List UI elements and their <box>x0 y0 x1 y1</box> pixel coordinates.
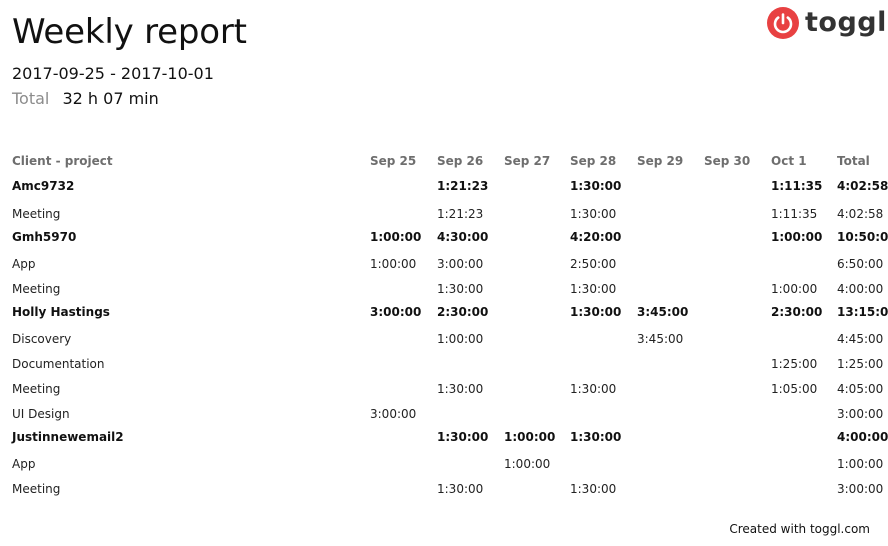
time-cell: 1:11:35 <box>771 179 823 193</box>
project-name: Meeting <box>12 482 61 496</box>
client-row: Justinnewemail2 1:30:00 1:00:00 1:30:00 … <box>0 427 888 447</box>
time-cell: 2:30:00 <box>437 305 489 319</box>
project-name: Discovery <box>12 332 72 346</box>
row-total: 10:50:00 <box>837 230 888 244</box>
total-label: Total <box>12 89 50 108</box>
header-client-project: Client - project <box>12 154 113 168</box>
client-name: Holly Hastings <box>12 305 110 319</box>
time-cell: 2:30:00 <box>771 305 823 319</box>
row-total: 13:15:00 <box>837 305 888 319</box>
time-cell: 1:21:23 <box>437 207 484 221</box>
client-row: Amc9732 1:21:23 1:30:00 1:11:35 4:02:58 <box>0 176 888 196</box>
time-cell: 1:30:00 <box>570 382 617 396</box>
project-name: Meeting <box>12 382 61 396</box>
time-cell: 1:21:23 <box>437 179 489 193</box>
row-total: 4:05:00 <box>837 382 884 396</box>
project-row: Meeting 1:30:00 1:30:00 1:05:00 4:05:00 <box>0 379 888 399</box>
row-total: 4:00:00 <box>837 282 884 296</box>
row-total: 4:02:58 <box>837 207 884 221</box>
header-day: Sep 25 <box>370 154 417 168</box>
row-total: 6:50:00 <box>837 257 884 271</box>
time-cell: 1:00:00 <box>771 282 818 296</box>
project-name: Meeting <box>12 207 61 221</box>
logo-text: toggl <box>805 7 887 38</box>
time-cell: 1:30:00 <box>437 282 484 296</box>
report-title: Weekly report <box>12 12 247 52</box>
client-row: Gmh5970 1:00:00 4:30:00 4:20:00 1:00:00 … <box>0 227 888 247</box>
project-row: App 1:00:00 3:00:00 2:50:00 6:50:00 <box>0 254 888 274</box>
project-row: UI Design 3:00:00 3:00:00 <box>0 404 888 424</box>
row-total: 3:00:00 <box>837 407 884 421</box>
time-cell: 1:30:00 <box>437 482 484 496</box>
time-cell: 1:30:00 <box>570 207 617 221</box>
project-name: Meeting <box>12 282 61 296</box>
project-row: App 1:00:00 1:00:00 <box>0 454 888 474</box>
time-cell: 4:30:00 <box>437 230 489 244</box>
row-total: 4:00:00 <box>837 430 888 444</box>
project-row: Meeting 1:30:00 1:30:00 3:00:00 <box>0 479 888 499</box>
row-total: 4:45:00 <box>837 332 884 346</box>
time-cell: 1:30:00 <box>437 382 484 396</box>
client-name: Gmh5970 <box>12 230 77 244</box>
total-summary: Total 32 h 07 min <box>12 89 159 108</box>
date-range: 2017-09-25 - 2017-10-01 <box>12 64 214 83</box>
project-name: Documentation <box>12 357 105 371</box>
time-cell: 1:30:00 <box>570 305 622 319</box>
project-row: Meeting 1:21:23 1:30:00 1:11:35 4:02:58 <box>0 204 888 224</box>
table-header: Client - project Sep 25 Sep 26 Sep 27 Se… <box>0 151 888 171</box>
time-cell: 2:50:00 <box>570 257 617 271</box>
header-total: Total <box>837 154 870 168</box>
header-day: Sep 30 <box>704 154 751 168</box>
time-cell: 1:11:35 <box>771 207 818 221</box>
project-row: Discovery 1:00:00 3:45:00 4:45:00 <box>0 329 888 349</box>
row-total: 1:00:00 <box>837 457 884 471</box>
total-value: 32 h 07 min <box>62 89 159 108</box>
time-cell: 1:00:00 <box>370 230 422 244</box>
header-day: Sep 28 <box>570 154 617 168</box>
row-total: 4:02:58 <box>837 179 888 193</box>
project-name: UI Design <box>12 407 70 421</box>
header-day: Sep 27 <box>504 154 551 168</box>
time-cell: 1:30:00 <box>570 430 622 444</box>
client-row: Holly Hastings 3:00:00 2:30:00 1:30:00 3… <box>0 302 888 322</box>
row-total: 3:00:00 <box>837 482 884 496</box>
time-cell: 1:00:00 <box>771 230 823 244</box>
project-row: Documentation 1:25:00 1:25:00 <box>0 354 888 374</box>
footer-credit: Created with toggl.com <box>729 522 870 536</box>
time-cell: 1:25:00 <box>771 357 818 371</box>
project-name: App <box>12 457 36 471</box>
toggl-logo: toggl <box>767 7 887 39</box>
time-cell: 1:30:00 <box>570 179 622 193</box>
time-cell: 3:00:00 <box>437 257 484 271</box>
time-cell: 1:00:00 <box>370 257 417 271</box>
time-cell: 3:00:00 <box>370 305 422 319</box>
time-cell: 3:45:00 <box>637 332 684 346</box>
time-cell: 1:00:00 <box>504 457 551 471</box>
header-day: Oct 1 <box>771 154 807 168</box>
time-cell: 1:30:00 <box>570 482 617 496</box>
client-name: Justinnewemail2 <box>12 430 124 444</box>
project-name: App <box>12 257 36 271</box>
header-day: Sep 29 <box>637 154 684 168</box>
power-icon <box>767 7 799 39</box>
client-name: Amc9732 <box>12 179 75 193</box>
time-cell: 1:05:00 <box>771 382 818 396</box>
time-cell: 4:20:00 <box>570 230 622 244</box>
time-cell: 1:00:00 <box>437 332 484 346</box>
time-cell: 3:45:00 <box>637 305 689 319</box>
row-total: 1:25:00 <box>837 357 884 371</box>
project-row: Meeting 1:30:00 1:30:00 1:00:00 4:00:00 <box>0 279 888 299</box>
header-day: Sep 26 <box>437 154 484 168</box>
time-cell: 1:30:00 <box>437 430 489 444</box>
time-cell: 3:00:00 <box>370 407 417 421</box>
time-cell: 1:30:00 <box>570 282 617 296</box>
time-cell: 1:00:00 <box>504 430 556 444</box>
